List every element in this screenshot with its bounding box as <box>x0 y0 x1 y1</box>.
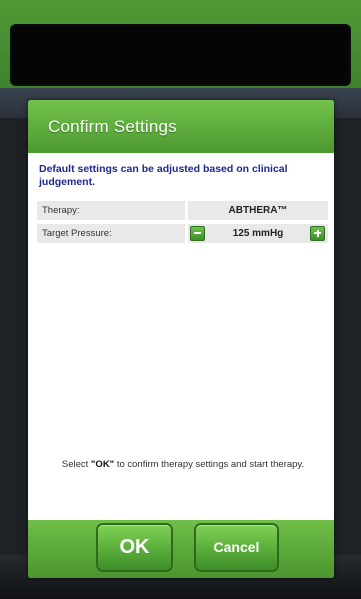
top-display-screen <box>10 24 351 86</box>
increase-pressure-button[interactable] <box>310 226 325 241</box>
dialog-footer: OK Cancel <box>28 520 334 578</box>
therapy-label: Therapy: <box>42 205 80 216</box>
decrease-pressure-button[interactable] <box>190 226 205 241</box>
therapy-value: ABTHERA™ <box>228 205 288 216</box>
therapy-row: Therapy: ABTHERA™ <box>37 201 328 220</box>
dialog-header: Confirm Settings <box>28 100 334 153</box>
ok-button[interactable]: OK <box>98 525 171 570</box>
confirm-settings-dialog: Confirm Settings Default settings can be… <box>28 100 334 578</box>
instruction-text: Select "OK" to confirm therapy settings … <box>61 459 305 470</box>
target-pressure-value: 125 mmHg <box>232 228 284 239</box>
row-divider <box>185 224 188 243</box>
ok-keyword: "OK" <box>90 459 115 470</box>
cancel-button[interactable]: Cancel <box>196 525 277 570</box>
dialog-title: Confirm Settings <box>48 117 177 136</box>
target-pressure-label: Target Pressure: <box>42 228 112 239</box>
device-top-frame <box>0 0 361 100</box>
target-pressure-row: Target Pressure: 125 mmHg <box>37 224 328 243</box>
dialog-body: Default settings can be adjusted based o… <box>28 153 334 520</box>
minus-icon <box>194 232 201 234</box>
info-text: Default settings can be adjusted based o… <box>39 163 288 188</box>
